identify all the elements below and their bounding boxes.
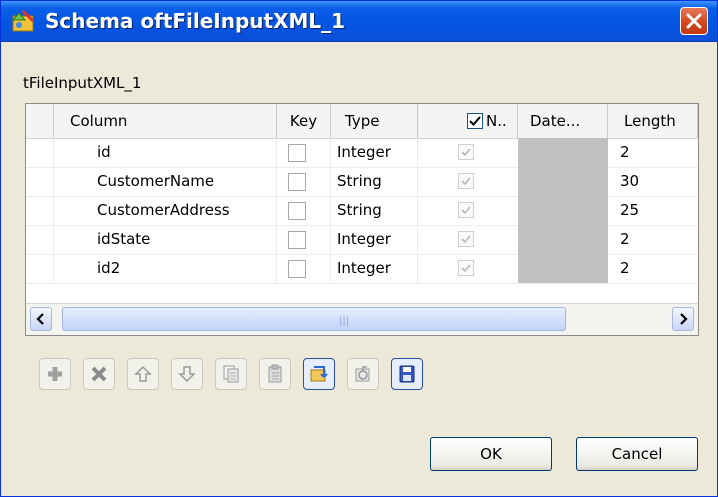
column-header-column[interactable]: Column: [54, 104, 277, 138]
add-icon: [48, 367, 62, 381]
add-button[interactable]: [39, 358, 71, 390]
nullable-checkbox[interactable]: [458, 173, 474, 189]
date-pattern-cell[interactable]: [518, 167, 608, 196]
move-up-button[interactable]: [127, 358, 159, 390]
key-checkbox[interactable]: [288, 202, 306, 220]
export-icon: [355, 366, 370, 382]
date-pattern-cell[interactable]: [518, 138, 608, 167]
copy-button[interactable]: [215, 358, 247, 390]
close-button[interactable]: [680, 7, 708, 35]
type-cell[interactable]: Integer: [331, 225, 418, 254]
nullable-checkbox[interactable]: [458, 231, 474, 247]
key-checkbox[interactable]: [288, 173, 306, 191]
type-cell[interactable]: Integer: [331, 254, 418, 283]
move-down-icon: [178, 366, 196, 383]
title-bar[interactable]: Schema oftFileInputXML_1: [1, 1, 717, 42]
remove-icon: [91, 366, 107, 382]
table-header: Column Key Type N.. Date... Length: [26, 104, 698, 139]
length-cell[interactable]: 30: [608, 167, 698, 196]
type-cell[interactable]: Integer: [331, 138, 418, 167]
column-name-cell[interactable]: CustomerName: [54, 167, 277, 196]
column-name-cell[interactable]: id: [54, 138, 277, 167]
copy-icon: [223, 365, 239, 383]
length-cell[interactable]: 2: [608, 138, 698, 167]
move-down-button[interactable]: [171, 358, 203, 390]
checkmark-icon: [469, 116, 481, 126]
column-header-length[interactable]: Length: [608, 104, 698, 138]
type-cell[interactable]: String: [331, 167, 418, 196]
column-header-date-pattern[interactable]: Date...: [518, 104, 608, 138]
scroll-left-button[interactable]: [30, 307, 52, 331]
table-row[interactable]: CustomerAddress String 25: [26, 196, 698, 226]
import-button[interactable]: [303, 358, 335, 390]
key-checkbox[interactable]: [288, 231, 306, 249]
move-up-icon: [134, 365, 152, 382]
row-selector-header[interactable]: [26, 104, 54, 138]
paste-button[interactable]: [259, 358, 291, 390]
schema-app-icon: [11, 9, 35, 32]
checkmark-icon: [461, 235, 471, 244]
save-icon: [399, 365, 415, 383]
remove-button[interactable]: [83, 358, 115, 390]
length-cell[interactable]: 2: [608, 254, 698, 283]
date-pattern-cell[interactable]: [518, 196, 608, 225]
column-name-cell[interactable]: id2: [54, 254, 277, 283]
export-button[interactable]: [347, 358, 379, 390]
save-button[interactable]: [391, 358, 423, 390]
column-header-key[interactable]: Key: [277, 104, 331, 138]
length-cell[interactable]: 25: [608, 196, 698, 225]
row-selector[interactable]: [26, 167, 54, 196]
table-row[interactable]: id Integer 2: [26, 138, 698, 168]
scroll-grip-icon: |||: [339, 316, 350, 327]
table-row[interactable]: id2 Integer 2: [26, 254, 698, 284]
window-title: Schema oftFileInputXML_1: [45, 9, 346, 33]
close-icon: [686, 13, 702, 29]
type-cell[interactable]: String: [331, 196, 418, 225]
checkmark-icon: [461, 177, 471, 186]
nullable-checkbox[interactable]: [458, 144, 474, 160]
checkmark-icon: [461, 206, 471, 215]
horizontal-scrollbar[interactable]: |||: [26, 303, 698, 335]
nullable-checkbox[interactable]: [458, 260, 474, 276]
arrow-right-icon: [680, 313, 688, 325]
date-pattern-cell[interactable]: [518, 225, 608, 254]
cancel-button[interactable]: Cancel: [576, 437, 698, 471]
scroll-right-button[interactable]: [672, 307, 694, 331]
nullable-checkbox[interactable]: [458, 202, 474, 218]
date-pattern-cell[interactable]: [518, 254, 608, 283]
key-checkbox[interactable]: [288, 144, 306, 162]
column-name-cell[interactable]: idState: [54, 225, 277, 254]
row-selector[interactable]: [26, 254, 54, 283]
nullable-all-checkbox[interactable]: [467, 113, 483, 129]
column-name-cell[interactable]: CustomerAddress: [54, 196, 277, 225]
key-checkbox[interactable]: [288, 260, 306, 278]
paste-icon: [268, 364, 282, 383]
schema-dialog: Schema oftFileInputXML_1 tFileInputXML_1…: [0, 0, 718, 497]
column-header-type[interactable]: Type: [331, 104, 418, 138]
scroll-thumb[interactable]: |||: [62, 307, 566, 331]
row-selector[interactable]: [26, 225, 54, 254]
length-cell[interactable]: 2: [608, 225, 698, 254]
component-name-label: tFileInputXML_1: [23, 74, 142, 92]
table-row[interactable]: idState Integer 2: [26, 225, 698, 255]
checkmark-icon: [461, 264, 471, 273]
row-selector[interactable]: [26, 138, 54, 167]
checkmark-icon: [461, 148, 471, 157]
ok-button[interactable]: OK: [430, 437, 552, 471]
schema-table[interactable]: Column Key Type N.. Date... Length id In…: [25, 103, 699, 336]
row-selector[interactable]: [26, 196, 54, 225]
arrow-left-icon: [36, 313, 44, 325]
table-row[interactable]: CustomerName String 30: [26, 167, 698, 197]
import-icon: [310, 366, 328, 382]
